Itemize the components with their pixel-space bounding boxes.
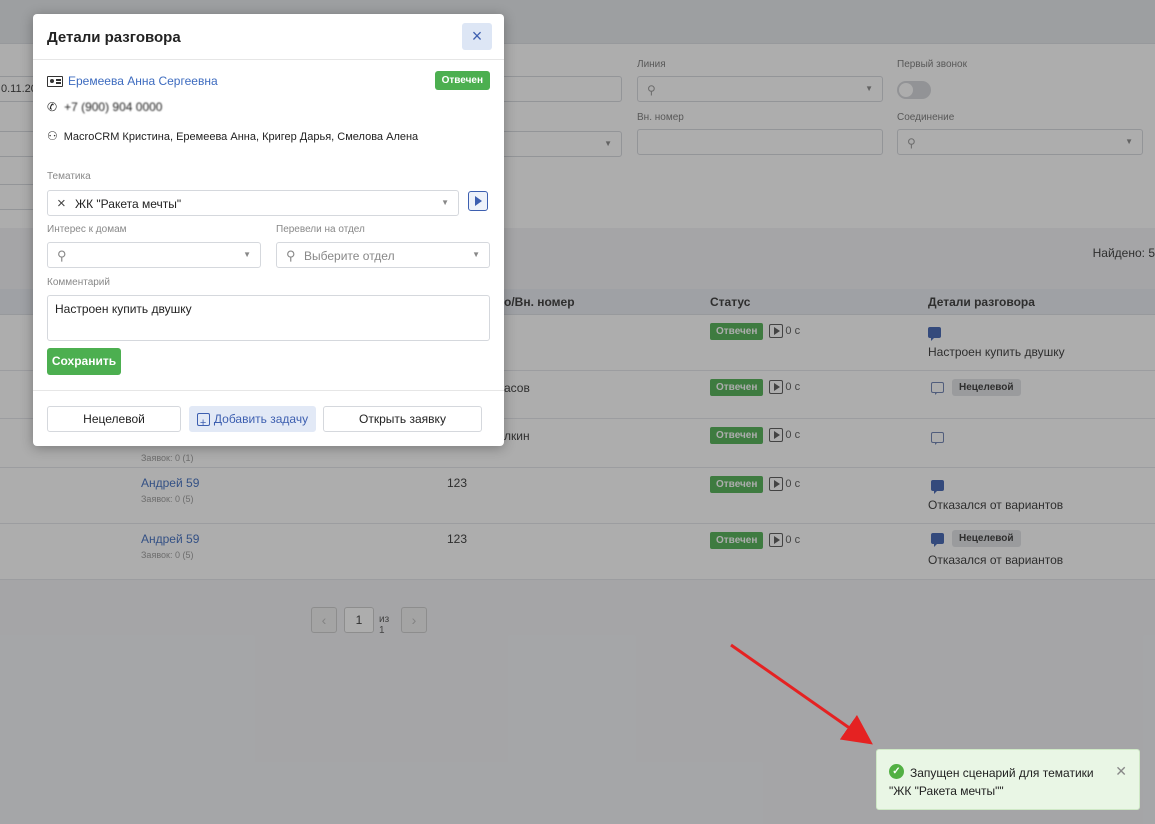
red-arrow-annotation: [730, 643, 873, 745]
arrow-line: [730, 643, 873, 745]
toast-message: Запущен сценарий для тематики "ЖК "Ракет…: [889, 766, 1094, 798]
close-icon[interactable]: ✕: [1115, 763, 1127, 780]
success-toast: ✓ Запущен сценарий для тематики "ЖК "Рак…: [876, 749, 1140, 810]
